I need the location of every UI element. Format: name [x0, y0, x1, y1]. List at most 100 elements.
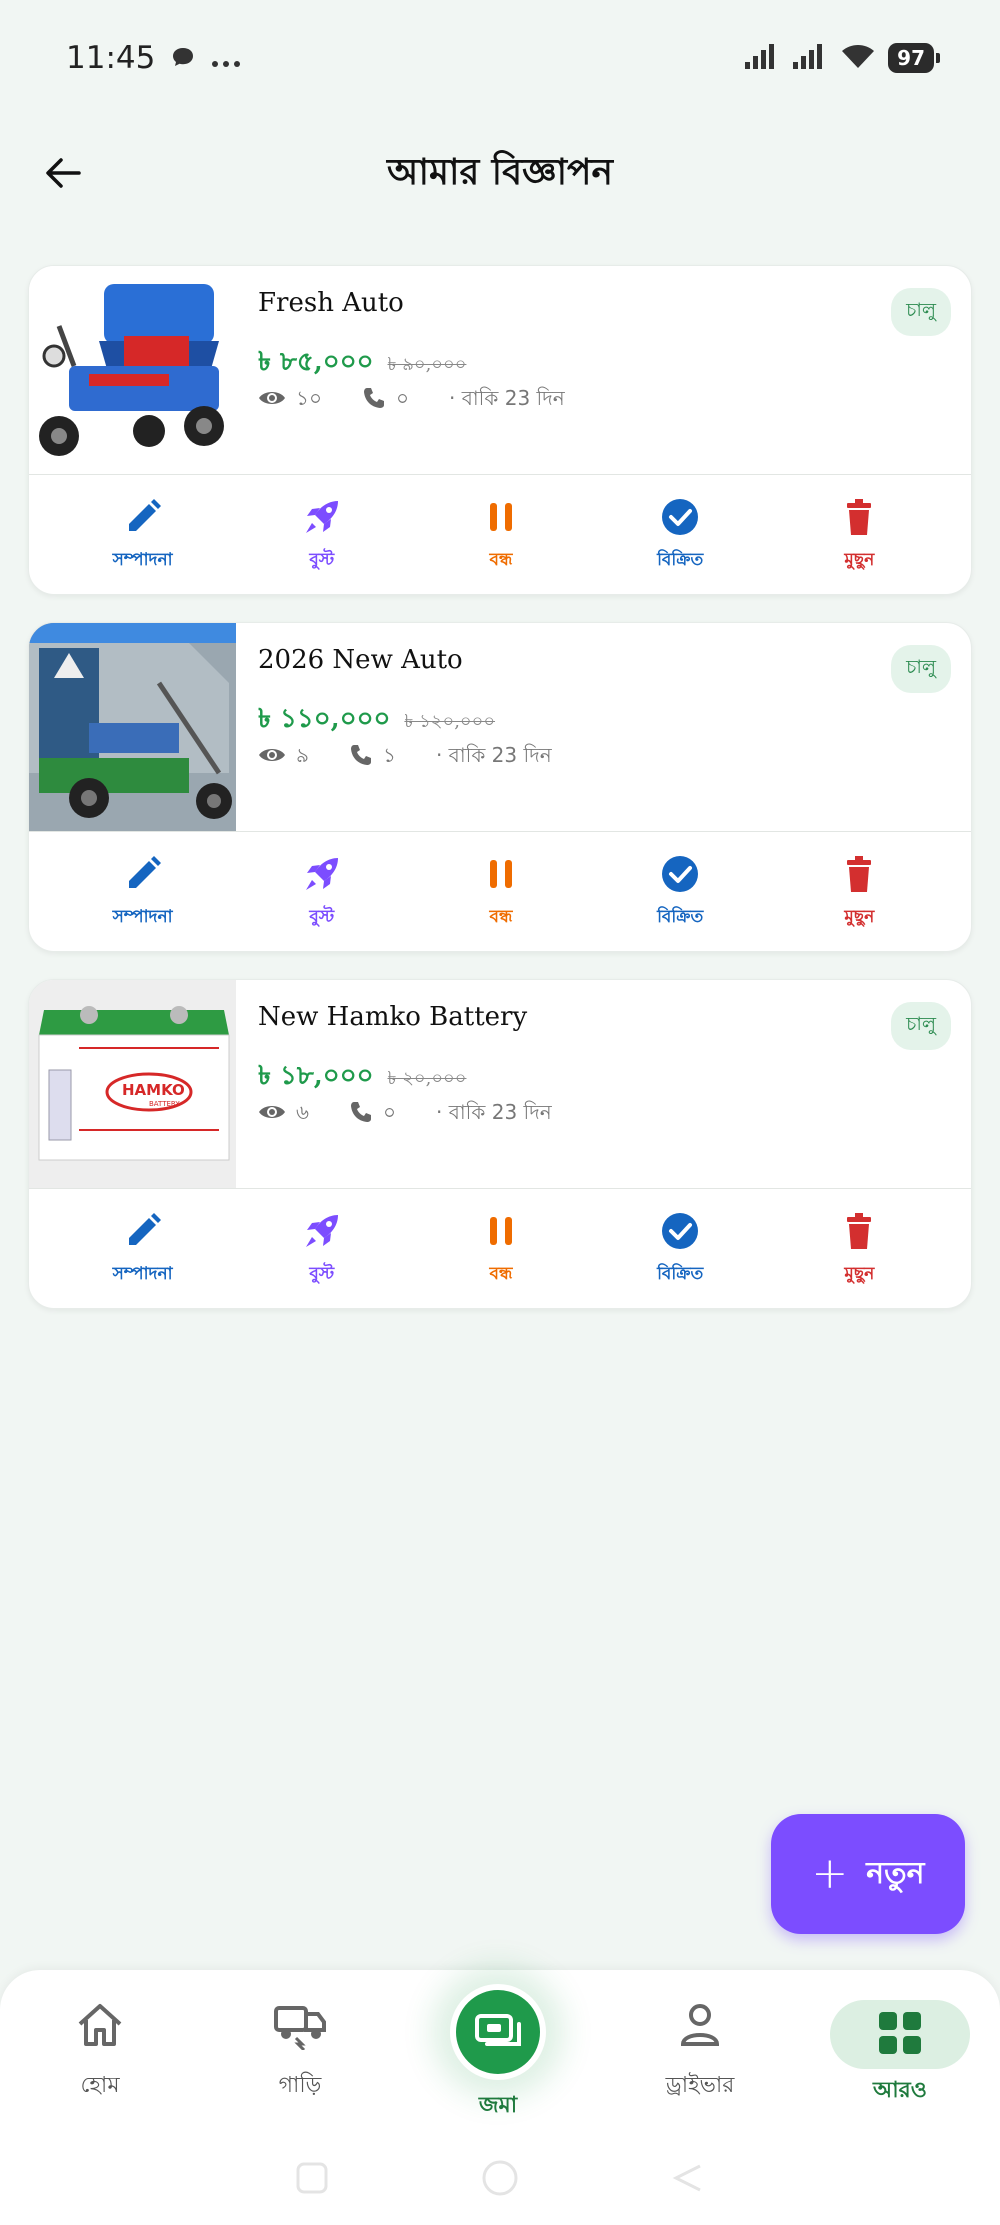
listing-image — [29, 266, 236, 474]
active-indicator — [830, 2000, 970, 2069]
phone-icon — [349, 743, 373, 772]
views-count: ১০ — [296, 386, 322, 410]
check-circle-icon — [660, 497, 700, 541]
boost-button[interactable]: বুস্ট — [247, 1211, 397, 1289]
phone-icon — [362, 386, 386, 415]
nav-item-more[interactable]: আরও — [820, 2000, 980, 2110]
signal-icon — [744, 42, 780, 74]
sold-label: বিক্রিত — [657, 1263, 704, 1284]
boost-label: বুস্ট — [309, 906, 335, 927]
back-button[interactable] — [40, 152, 86, 198]
remaining-days: · বাকি 23 দিন — [435, 743, 552, 767]
status-badge: চালু — [891, 645, 951, 693]
edit-button[interactable]: সম্পাদনা — [68, 497, 218, 575]
delete-button[interactable]: মুছুন — [784, 497, 934, 575]
sold-button[interactable]: বিক্রিত — [605, 1211, 755, 1289]
nav-label-more: আরও — [873, 2078, 927, 2103]
calls-count: ১ — [382, 743, 396, 767]
action-bar: সম্পাদনা বুস্ট বন্ধ বিক্রিত মুছুন — [29, 832, 971, 951]
new-listing-label: নতুন — [866, 1855, 925, 1891]
recent-apps-icon[interactable] — [294, 2160, 330, 2200]
nav-item-driver[interactable]: ড্রাইভার — [620, 2000, 780, 2110]
boost-button[interactable]: বুস্ট — [247, 497, 397, 575]
back-triangle-icon[interactable] — [670, 2160, 706, 2200]
action-bar: সম্পাদনা বুস্ট বন্ধ বিক্রিত মুছুন — [29, 475, 971, 594]
listing-price: ৳ ১১০,০০০ — [258, 704, 391, 734]
listing-card[interactable]: HAMKO BATTERY New Hamko Battery চালু ৳ ১… — [28, 979, 972, 1309]
rocket-icon — [302, 1211, 342, 1255]
nav-item-vehicles[interactable]: গাড়ি — [220, 2000, 380, 2110]
new-listing-button[interactable]: + নতুন — [771, 1814, 965, 1934]
listing-price: ৳ ১৮,০০০ — [258, 1061, 374, 1091]
nav-item-home[interactable]: হোম — [20, 2000, 180, 2110]
pause-icon — [481, 497, 521, 541]
rocket-icon — [302, 497, 342, 541]
app-header: আমার বিজ্ঞাপন — [0, 130, 1000, 220]
views-count: ৬ — [296, 1100, 310, 1124]
grid-icon — [877, 2010, 923, 2060]
listing-image — [29, 623, 236, 831]
boost-label: বুস্ট — [309, 549, 335, 570]
delete-label: মুছুন — [844, 906, 875, 927]
cash-icon — [473, 2010, 523, 2054]
listing-price: ৳ ৮৫,০০০ — [258, 347, 374, 377]
remaining-days: · বাকি 23 দিন — [436, 1100, 552, 1124]
nav-label-deposit: জমা — [478, 2093, 518, 2118]
listing-old-price: ৳ ৯০,০০০ — [387, 354, 467, 375]
edit-button[interactable]: সম্পাদনা — [68, 854, 218, 932]
pause-label: বন্ধ — [489, 906, 513, 927]
boost-button[interactable]: বুস্ট — [247, 854, 397, 932]
home-icon — [74, 2000, 126, 2054]
page-title: আমার বিজ্ঞাপন — [387, 152, 613, 193]
status-bar: 11:45 97 — [0, 0, 1000, 115]
pencil-icon — [123, 497, 163, 541]
pencil-icon — [123, 854, 163, 898]
pencil-icon — [123, 1211, 163, 1255]
delete-button[interactable]: মুছুন — [784, 854, 934, 932]
edit-button[interactable]: সম্পাদনা — [68, 1211, 218, 1289]
chat-bubble-icon — [171, 40, 195, 76]
delete-button[interactable]: মুছুন — [784, 1211, 934, 1289]
listing-old-price: ৳ ১২০,০০০ — [404, 711, 496, 732]
sold-button[interactable]: বিক্রিত — [605, 497, 755, 575]
nav-label-vehicles: গাড়ি — [278, 2073, 322, 2098]
edit-label: সম্পাদনা — [112, 1263, 173, 1284]
sold-button[interactable]: বিক্রিত — [605, 854, 755, 932]
battery-indicator: 97 — [888, 42, 940, 73]
trash-icon — [839, 497, 879, 541]
eye-icon — [258, 1102, 286, 1127]
sold-label: বিক্রিত — [657, 906, 704, 927]
pause-icon — [481, 1211, 521, 1255]
pause-button[interactable]: বন্ধ — [426, 1211, 576, 1289]
delete-label: মুছুন — [844, 1263, 875, 1284]
nav-label-driver: ড্রাইভার — [665, 2073, 735, 2098]
remaining-days: · বাকি 23 দিন — [449, 386, 565, 410]
edit-label: সম্পাদনা — [112, 906, 173, 927]
deposit-button[interactable] — [450, 1984, 546, 2080]
boost-label: বুস্ট — [309, 1263, 335, 1284]
pause-button[interactable]: বন্ধ — [426, 854, 576, 932]
listing-old-price: ৳ ২০,০০০ — [387, 1068, 467, 1089]
arrow-left-icon — [45, 157, 81, 193]
views-count: ৯ — [296, 743, 309, 767]
edit-label: সম্পাদনা — [112, 549, 173, 570]
listing-title: Fresh Auto — [258, 288, 404, 318]
status-badge: চালু — [891, 1002, 951, 1050]
listing-card[interactable]: Fresh Auto চালু ৳ ৮৫,০০০ ৳ ৯০,০০০ ১০ ০ ·… — [28, 265, 972, 595]
action-bar: সম্পাদনা বুস্ট বন্ধ বিক্রিত মুছুন — [29, 1189, 971, 1308]
eye-icon — [258, 745, 286, 770]
status-time: 11:45 — [66, 39, 156, 76]
pause-label: বন্ধ — [489, 1263, 513, 1284]
system-navigation — [0, 2150, 1000, 2210]
sold-label: বিক্রিত — [657, 549, 704, 570]
pause-button[interactable]: বন্ধ — [426, 497, 576, 575]
home-circle-icon[interactable] — [480, 2158, 520, 2202]
wifi-icon — [840, 42, 876, 74]
listing-title: New Hamko Battery — [258, 1002, 528, 1032]
truck-icon — [272, 2000, 328, 2054]
more-dots-icon — [211, 40, 241, 76]
listing-card[interactable]: 2026 New Auto চালু ৳ ১১০,০০০ ৳ ১২০,০০০ ৯… — [28, 622, 972, 952]
calls-count: ০ — [395, 386, 409, 410]
trash-icon — [839, 1211, 879, 1255]
pause-label: বন্ধ — [489, 549, 513, 570]
